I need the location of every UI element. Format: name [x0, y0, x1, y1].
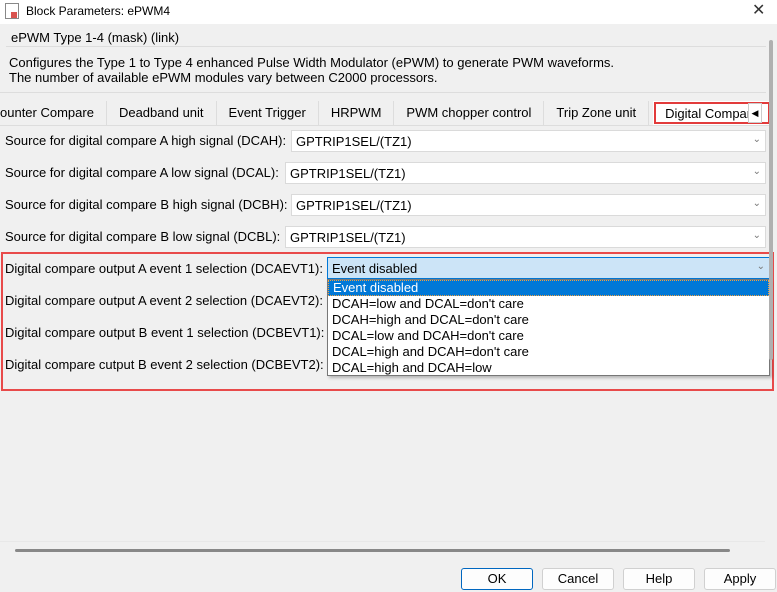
content-bottom-border: [0, 541, 765, 542]
dcaevt1-label: Digital compare output A event 1 selecti…: [5, 261, 323, 276]
dropdown-option[interactable]: DCAH=low and DCAL=don't care: [328, 296, 769, 312]
tab-scroll-left-icon[interactable]: ◀: [748, 103, 762, 123]
chevron-down-icon: ⌄: [752, 198, 761, 209]
dcaevt1-value: Event disabled: [332, 261, 418, 276]
dcah-label: Source for digital compare A high signal…: [5, 133, 287, 148]
mask-title: ePWM Type 1-4 (mask) (link): [9, 30, 182, 45]
cancel-button[interactable]: Cancel: [542, 568, 614, 590]
dcbl-label: Source for digital compare B low signal …: [5, 229, 281, 244]
dropdown-option[interactable]: DCAH=high and DCAL=don't care: [328, 312, 769, 328]
chevron-down-icon: ⌄: [756, 261, 765, 272]
chevron-down-icon: ⌄: [752, 166, 761, 177]
dcaevt1-select[interactable]: Event disabled ⌄: [327, 257, 770, 279]
dropdown-list: Event disabled DCAH=low and DCAL=don't c…: [327, 279, 770, 376]
horizontal-scrollbar[interactable]: [15, 549, 730, 552]
dropdown-option[interactable]: DCAL=high and DCAH=low: [328, 360, 769, 376]
tab-trip-zone-unit[interactable]: Trip Zone unit: [544, 101, 650, 125]
apply-button[interactable]: Apply: [704, 568, 776, 590]
chevron-down-icon: ⌄: [752, 230, 761, 241]
chevron-down-icon: ⌄: [752, 134, 761, 145]
description-line-1: Configures the Type 1 to Type 4 enhanced…: [9, 55, 615, 70]
dcal-select[interactable]: GPTRIP1SEL/(TZ1) ⌄: [285, 162, 766, 184]
ok-button[interactable]: OK: [461, 568, 533, 590]
dcah-value: GPTRIP1SEL/(TZ1): [296, 134, 412, 149]
dcaevt2-label: Digital compare output A event 2 selecti…: [5, 293, 323, 308]
tab-bar: ounter Compare Deadband unit Event Trigg…: [0, 101, 772, 126]
dcbl-value: GPTRIP1SEL/(TZ1): [290, 230, 406, 245]
tab-event-trigger[interactable]: Event Trigger: [217, 101, 319, 125]
dcal-value: GPTRIP1SEL/(TZ1): [290, 166, 406, 181]
group-border: [6, 46, 766, 47]
dcbl-select[interactable]: GPTRIP1SEL/(TZ1) ⌄: [285, 226, 766, 248]
vertical-scrollbar[interactable]: [769, 40, 773, 360]
close-icon[interactable]: ✕: [752, 0, 765, 20]
tab-hrpwm[interactable]: HRPWM: [319, 101, 395, 125]
dcal-label: Source for digital compare A low signal …: [5, 165, 279, 180]
simulink-block-icon: [5, 3, 19, 19]
dcbh-value: GPTRIP1SEL/(TZ1): [296, 198, 412, 213]
tab-counter-compare[interactable]: ounter Compare: [0, 101, 107, 125]
dcbh-label: Source for digital compare B high signal…: [5, 197, 288, 212]
window-title: Block Parameters: ePWM4: [26, 4, 171, 18]
dropdown-option[interactable]: Event disabled: [328, 280, 769, 296]
dcbevt2-label: Digital compare cutput B event 2 selecti…: [5, 357, 324, 372]
dropdown-option[interactable]: DCAL=low and DCAH=don't care: [328, 328, 769, 344]
tab-deadband-unit[interactable]: Deadband unit: [107, 101, 217, 125]
tab-pwm-chopper-control[interactable]: PWM chopper control: [394, 101, 545, 125]
dcbevt1-label: Digital compare output B event 1 selecti…: [5, 325, 325, 340]
dropdown-option[interactable]: DCAL=high and DCAH=don't care: [328, 344, 769, 360]
help-button[interactable]: Help: [623, 568, 695, 590]
dcbh-select[interactable]: GPTRIP1SEL/(TZ1) ⌄: [291, 194, 766, 216]
divider: [0, 92, 766, 93]
dcah-select[interactable]: GPTRIP1SEL/(TZ1) ⌄: [291, 130, 766, 152]
description-line-2: The number of available ePWM modules var…: [9, 70, 438, 85]
